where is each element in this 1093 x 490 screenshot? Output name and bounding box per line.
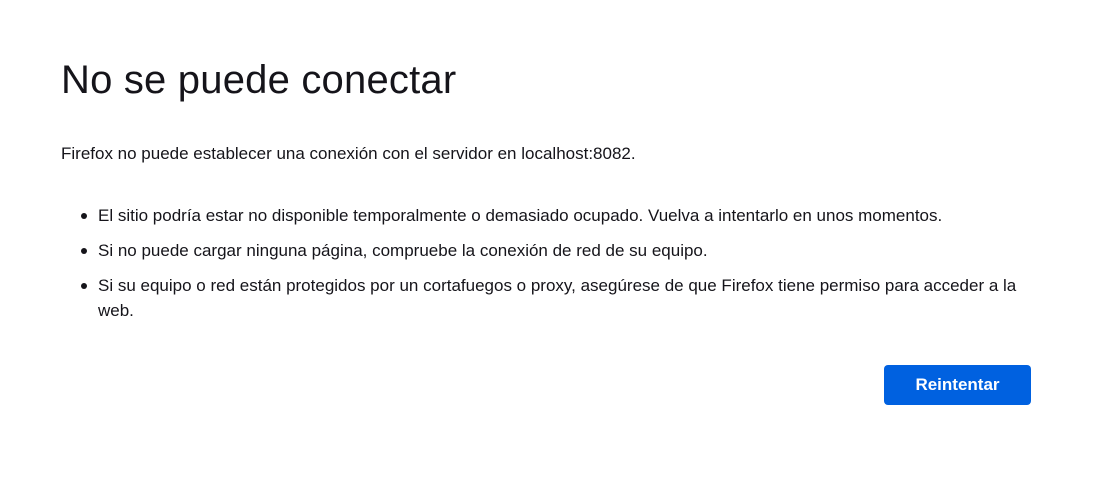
suggestion-item: El sitio podría estar no disponible temp… (81, 203, 1038, 228)
suggestion-list: El sitio podría estar no disponible temp… (61, 203, 1038, 333)
suggestion-item: Si su equipo o red están protegidos por … (81, 273, 1038, 323)
retry-button[interactable]: Reintentar (884, 365, 1031, 405)
page-title: No se puede conectar (61, 58, 457, 102)
suggestion-item: Si no puede cargar ninguna página, compr… (81, 238, 1038, 263)
error-description: Firefox no puede establecer una conexión… (61, 144, 636, 163)
